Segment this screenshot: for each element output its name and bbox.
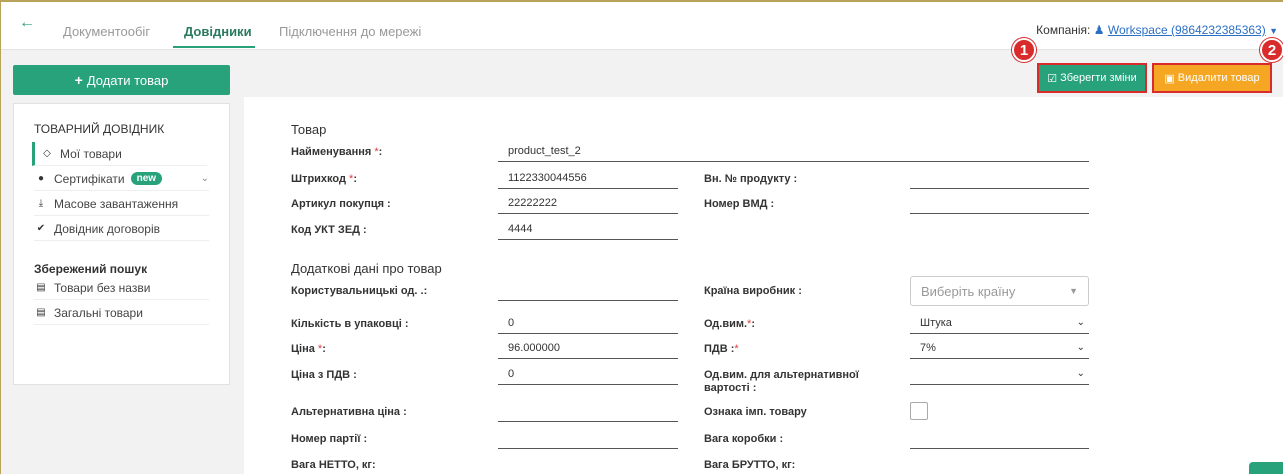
gross-weight-label: Вага БРУТТО, кг: (704, 459, 796, 471)
save-label: Зберегти зміни (1060, 72, 1137, 84)
file-icon: ▤ (36, 307, 46, 318)
add-product-label: Додати товар (86, 72, 169, 88)
annotation-marker-2: 2 (1260, 38, 1283, 62)
caret-down-icon[interactable]: ▼ (1269, 26, 1278, 36)
arrow-left-icon[interactable]: ← (19, 14, 35, 32)
internal-number-field[interactable] (910, 167, 1089, 189)
buyer-article-field[interactable]: 22222222 (498, 192, 678, 214)
company-label: Компанія: (1036, 23, 1091, 37)
qty-pack-field[interactable]: 0 (498, 312, 678, 334)
country-placeholder: Виберіть країну (921, 283, 1016, 299)
box-weight-label: Вага коробки : (704, 433, 784, 445)
delete-label: Видалити товар (1177, 72, 1260, 84)
chevron-down-icon[interactable]: ⌄ (201, 173, 209, 184)
net-weight-label: Вага НЕТТО, кг: (291, 459, 376, 471)
sidebar-item-label: Масове завантаження (54, 196, 179, 211)
saved-search-label: Товари без назви (54, 280, 151, 295)
qty-pack-label: Кількість в упаковці : (291, 318, 409, 330)
top-navigation: ← Документообіг Довідники Підключення до… (1, 2, 1283, 50)
vat-value: 7% (920, 341, 936, 354)
saved-search-item[interactable]: ▤ Загальні товари (34, 301, 209, 325)
tab-network[interactable]: Підключення до мережі (279, 24, 421, 39)
price-vat-field[interactable]: 0 (498, 363, 678, 385)
saved-search-heading: Збережений пошук (34, 262, 148, 276)
alt-unit-select[interactable]: ⌄ (910, 363, 1089, 385)
imported-label: Ознака імп. товару (704, 406, 807, 418)
saved-search-label: Загальні товари (54, 305, 143, 320)
alt-unit-label: Од.вим. для альтернативної вартості : (704, 369, 859, 394)
tab-directories[interactable]: Довідники (184, 24, 252, 39)
user-unit-label: Користувальницькі од. .: (291, 285, 428, 297)
delete-product-button[interactable]: ▣ Видалити товар (1152, 63, 1272, 93)
unit-label: Од.вим.*: (704, 318, 755, 330)
barcode-field[interactable]: 1122330044556 (498, 167, 678, 189)
circle-icon: ● (37, 173, 45, 184)
alt-price-field[interactable] (498, 400, 678, 422)
vmd-field[interactable] (910, 192, 1089, 214)
alt-price-label: Альтернативна ціна : (291, 406, 407, 418)
vat-select[interactable]: 7% ⌄ (910, 337, 1089, 359)
check-icon: ✔ (36, 223, 46, 234)
unit-value: Штука (920, 316, 952, 329)
sidebar: ТОВАРНИЙ ДОВІДНИК ◇ Мої товари ● Сертифі… (13, 103, 230, 385)
sidebar-item-label: Сертифікати (54, 171, 125, 186)
sidebar-item-contracts[interactable]: ✔ Довідник договорів (34, 217, 209, 241)
plus-icon: + (74, 72, 83, 88)
section-title-additional: Додаткові дані про товар (291, 261, 442, 276)
annotation-marker-1: 1 (1012, 38, 1036, 62)
buyer-article-label: Артикул покупця : (291, 198, 391, 210)
ukt-field[interactable]: 4444 (498, 218, 678, 240)
tab-documents[interactable]: Документообіг (63, 24, 150, 39)
batch-label: Номер партії : (291, 433, 368, 445)
user-unit-field[interactable] (498, 279, 678, 301)
sidebar-item-label: Мої товари (60, 146, 122, 161)
vat-label: ПДВ :* (704, 343, 739, 355)
new-badge: new (130, 172, 163, 185)
section-title-product: Товар (291, 122, 327, 137)
help-button[interactable] (1249, 462, 1283, 474)
ukt-label: Код УКТ ЗЕД : (291, 224, 367, 236)
box-weight-field[interactable] (910, 427, 1089, 449)
save-icon: ☑ (1047, 72, 1058, 85)
save-changes-button[interactable]: ☑ Зберегти зміни (1037, 63, 1147, 93)
product-form: Товар Найменування *: product_test_2 Штр… (244, 97, 1283, 474)
sidebar-heading: ТОВАРНИЙ ДОВІДНИК (34, 122, 165, 136)
price-field[interactable]: 96.000000 (498, 337, 678, 359)
price-label: Ціна *: (291, 343, 326, 355)
caret-down-icon: ▼ (1069, 286, 1078, 296)
internal-number-label: Вн. № продукту : (704, 173, 798, 185)
barcode-label: Штрихкод *: (291, 173, 357, 185)
sidebar-item-bulk-upload[interactable]: ⤓ Масове завантаження (34, 192, 209, 216)
sidebar-item-my-goods[interactable]: ◇ Мої товари (32, 142, 207, 166)
country-label: Країна виробник : (704, 285, 802, 297)
batch-field[interactable] (498, 427, 678, 449)
active-tab-indicator (173, 46, 255, 48)
chevron-down-icon: ⌄ (1076, 317, 1085, 328)
sidebar-item-label: Довідник договорів (54, 221, 160, 236)
company-link[interactable]: Workspace (9864232385363) (1108, 23, 1266, 37)
company-selector[interactable]: Компанія: ♟ Workspace (9864232385363) ▼ (1036, 23, 1278, 37)
file-icon: ▤ (36, 282, 46, 293)
vmd-label: Номер ВМД : (704, 198, 775, 210)
saved-search-item[interactable]: ▤ Товари без назви (34, 276, 209, 300)
chevron-down-icon: ⌄ (1076, 368, 1085, 379)
chevron-down-icon: ⌄ (1076, 342, 1085, 353)
price-vat-label: Ціна з ПДВ : (291, 369, 357, 381)
trash-icon: ▣ (1164, 72, 1175, 85)
imported-checkbox[interactable] (910, 402, 928, 420)
cube-icon: ◇ (43, 148, 51, 159)
name-field[interactable]: product_test_2 (498, 140, 1089, 162)
sidebar-item-certificates[interactable]: ● Сертифікати new ⌄ (34, 167, 209, 191)
unit-select[interactable]: Штука ⌄ (910, 312, 1089, 334)
country-select[interactable]: Виберіть країну ▼ (910, 276, 1089, 306)
add-product-button[interactable]: + Додати товар (13, 65, 230, 95)
download-icon: ⤓ (38, 198, 44, 209)
user-icon: ♟ (1093, 23, 1105, 37)
name-label: Найменування *: (291, 146, 383, 158)
